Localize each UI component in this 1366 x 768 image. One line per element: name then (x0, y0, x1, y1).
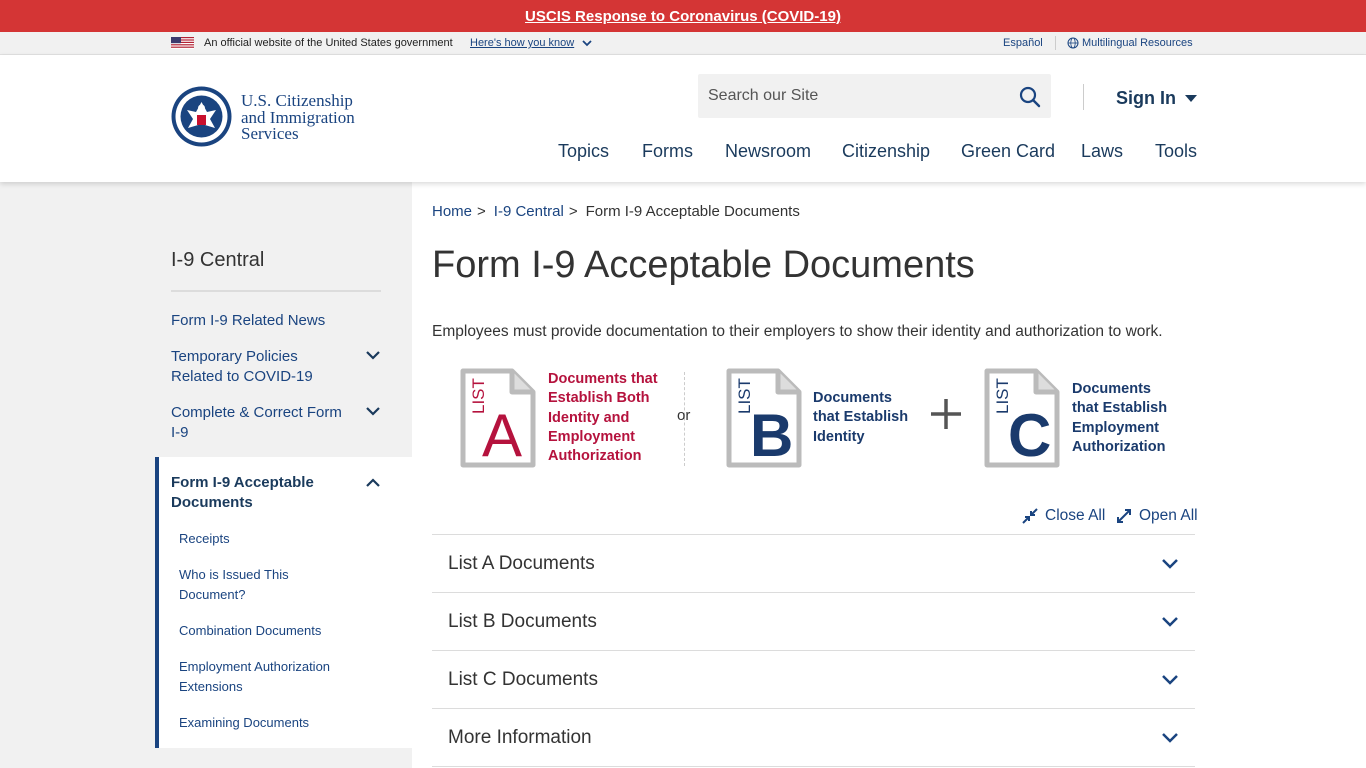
sidebar-subitem-receipts[interactable]: Receipts (179, 529, 354, 549)
chevron-down-icon (1162, 675, 1178, 685)
list-c-label-line: that Establish (1072, 400, 1168, 417)
list-b-label-line: Identity (813, 428, 865, 445)
list-c-label-line: Employment (1072, 419, 1160, 436)
dhs-seal-logo[interactable] (171, 86, 232, 147)
open-all-button[interactable]: Open All (1116, 507, 1198, 525)
accordion-title: List C Documents (448, 669, 598, 690)
sidebar-subitem-ead-extensions[interactable]: Employment Authorization Extensions (179, 657, 354, 697)
covid-alert-link[interactable]: USCIS Response to Coronavirus (COVID-19) (525, 8, 841, 25)
open-all-label: Open All (1139, 507, 1198, 524)
list-a-document-icon: LIST A (460, 368, 536, 468)
search-input[interactable] (708, 85, 998, 107)
plus-icon (931, 399, 961, 429)
alert-banner: USCIS Response to Coronavirus (COVID-19) (0, 0, 1366, 32)
accordion-title: More Information (448, 727, 592, 748)
close-all-label: Close All (1045, 507, 1106, 524)
list-a-label-line: Employment (548, 428, 636, 445)
sidebar-subitem-who-issued[interactable]: Who is Issued This Document? (179, 565, 354, 605)
header-divider (1083, 84, 1084, 110)
list-a-label-line: Identity and (548, 409, 630, 426)
how-you-know-link[interactable]: Here's how you know (470, 37, 574, 49)
nav-green-card[interactable]: Green Card (961, 141, 1055, 162)
list-b-document-icon: LIST B (726, 368, 802, 468)
sign-in-button[interactable]: Sign In (1116, 88, 1197, 109)
chevron-down-icon[interactable] (581, 37, 593, 49)
page-title: Form I-9 Acceptable Documents (432, 244, 975, 286)
list-b-letter: B (750, 402, 793, 468)
breadcrumb-separator: > (477, 203, 486, 220)
sidebar-item-complete-correct[interactable]: Complete & Correct Form I-9 (171, 403, 351, 443)
nav-topics[interactable]: Topics (558, 141, 609, 162)
sidebar: I-9 Central Form I-9 Related News Tempor… (0, 182, 412, 768)
list-c-label-line: Authorization (1072, 438, 1166, 455)
list-a-letter: A (482, 402, 522, 468)
nav-newsroom[interactable]: Newsroom (725, 141, 811, 162)
accordion-title: List A Documents (448, 553, 595, 574)
gov-banner: An official website of the United States… (0, 32, 1366, 55)
chevron-down-icon (1162, 617, 1178, 627)
espanol-link[interactable]: Español (1003, 37, 1043, 49)
list-a-label: Documents that Establish Both Identity a… (548, 370, 658, 466)
sidebar-item-covid-policies[interactable]: Temporary Policies Related to COVID-19 (171, 347, 351, 387)
close-all-button[interactable]: Close All (1022, 507, 1105, 525)
sidebar-item-related-news[interactable]: Form I-9 Related News (171, 311, 351, 331)
list-b-label-line: that Establish (813, 409, 909, 426)
list-c-label-line: Documents (1072, 381, 1151, 397)
chevron-down-icon (1162, 733, 1178, 743)
nav-tools[interactable]: Tools (1155, 141, 1197, 162)
sidebar-subitem-examining[interactable]: Examining Documents (179, 713, 354, 733)
nav-laws[interactable]: Laws (1081, 141, 1123, 162)
official-site-text: An official website of the United States… (204, 37, 453, 49)
accordion-title: List B Documents (448, 611, 597, 632)
or-text: or (677, 407, 691, 424)
breadcrumb-home[interactable]: Home (432, 203, 472, 220)
accordion-list-a[interactable]: List A Documents (432, 534, 1195, 592)
breadcrumb-separator: > (568, 203, 578, 220)
sidebar-title[interactable]: I-9 Central (171, 249, 264, 272)
breadcrumb-current: Form I-9 Acceptable Documents (585, 203, 800, 220)
chevron-down-icon[interactable] (365, 403, 381, 419)
main-nav: Topics Forms Newsroom Citizenship Green … (0, 141, 1366, 165)
multilingual-resources-link[interactable]: Multilingual Resources (1082, 37, 1193, 49)
list-b-label: Documents that Establish Identity (813, 389, 908, 447)
sidebar-item-acceptable-documents[interactable]: Form I-9 Acceptable Documents (171, 473, 351, 513)
breadcrumb-i9-central[interactable]: I-9 Central (494, 203, 564, 220)
list-a-label-line: Documents that (548, 371, 658, 387)
us-flag-icon (171, 37, 194, 49)
sign-in-label: Sign In (1116, 88, 1176, 108)
sidebar-subitem-combination[interactable]: Combination Documents (179, 621, 354, 641)
list-a-label-line: Establish Both (548, 390, 650, 407)
intro-text: Employees must provide documentation to … (432, 323, 1163, 340)
chevron-up-icon[interactable] (365, 475, 381, 491)
expand-icon (1117, 509, 1131, 523)
accordion-list-b[interactable]: List B Documents (432, 592, 1195, 650)
search-box (698, 74, 1051, 118)
sidebar-divider (171, 290, 381, 292)
sidebar-active-section: Form I-9 Acceptable Documents Receipts W… (155, 457, 412, 748)
lang-divider (1055, 36, 1056, 50)
caret-down-icon (1185, 95, 1197, 102)
list-c-document-icon: LIST C (984, 368, 1060, 468)
list-b-label-line: Documents (813, 390, 892, 406)
accordion-more-info[interactable]: More Information (432, 708, 1195, 766)
list-a-label-line: Authorization (548, 448, 642, 465)
globe-icon (1067, 37, 1079, 49)
nav-citizenship[interactable]: Citizenship (842, 141, 930, 162)
collapse-icon (1022, 508, 1038, 524)
list-c-label: Documents that Establish Employment Auth… (1072, 380, 1167, 457)
breadcrumb: Home > I-9 Central > Form I-9 Acceptable… (432, 203, 800, 220)
accordion-list-c[interactable]: List C Documents (432, 650, 1195, 708)
chevron-down-icon[interactable] (365, 347, 381, 363)
search-icon[interactable] (1018, 85, 1042, 109)
nav-forms[interactable]: Forms (642, 141, 693, 162)
site-header: U.S. Citizenship and Immigration Service… (0, 55, 1366, 182)
chevron-down-icon (1162, 559, 1178, 569)
list-c-letter: C (1008, 402, 1051, 468)
accordion-bottom-border (432, 766, 1195, 767)
agency-name[interactable]: U.S. Citizenship and Immigration Service… (241, 92, 355, 143)
